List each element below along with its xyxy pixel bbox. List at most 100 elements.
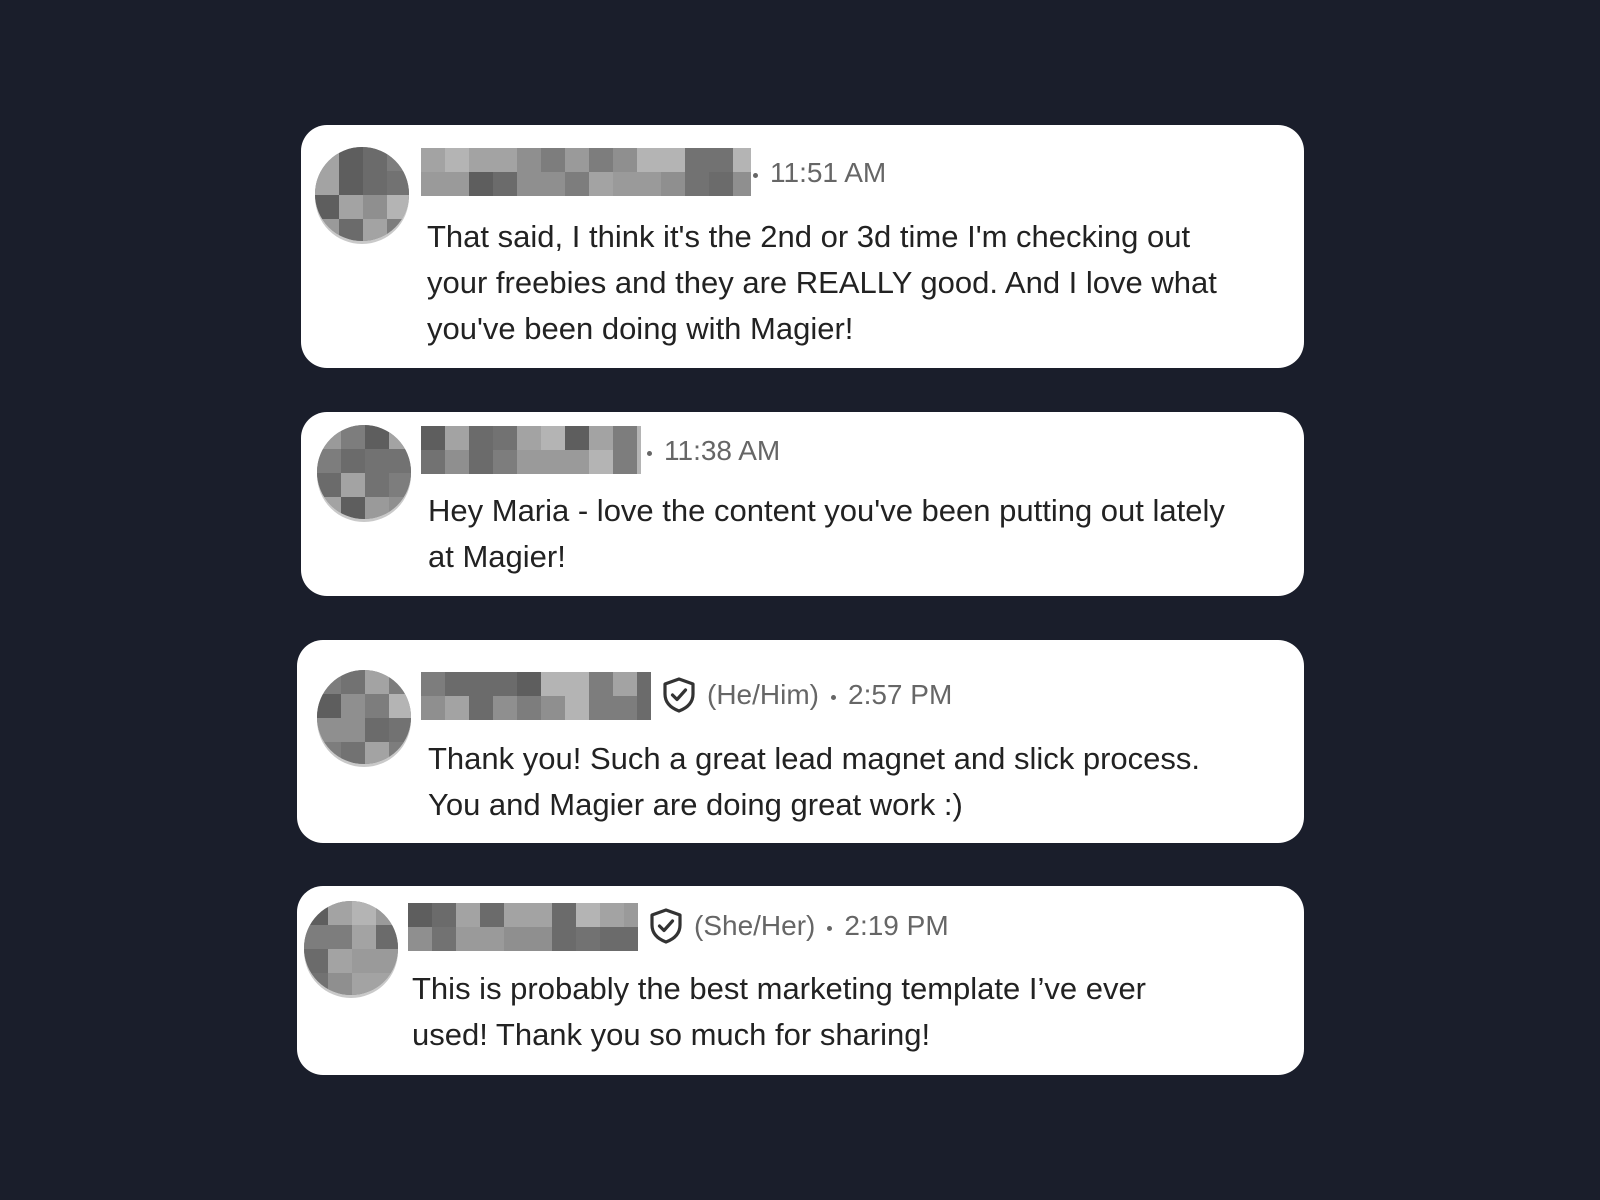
pixel-block: [328, 949, 352, 973]
pixel-block: [317, 742, 341, 764]
timestamp: 11:38 AM: [664, 435, 781, 466]
pixel-block: [493, 148, 517, 172]
message-line: at Magier!: [428, 539, 566, 574]
pixel-block: [341, 670, 365, 694]
pixel-block: [517, 172, 541, 196]
pixel-block: [363, 195, 387, 219]
message-text: That said, I think it's the 2nd or 3d ti…: [427, 214, 1217, 352]
separator-dot: [753, 172, 758, 178]
pixel-block: [493, 696, 517, 720]
sender-name-blurred[interactable]: [421, 672, 651, 720]
pixel-block: [389, 473, 411, 497]
separator-dot: [827, 925, 833, 931]
pixel-block: [432, 927, 456, 951]
pixel-block: [589, 426, 613, 450]
pixel-block: [365, 449, 389, 473]
pixel-block: [469, 696, 493, 720]
shield-check-icon: [663, 677, 695, 713]
pixel-block: [365, 670, 389, 694]
pixel-block: [493, 450, 517, 474]
pixel-block: [376, 973, 398, 995]
pixel-block: [541, 148, 565, 172]
pixel-block: [421, 450, 445, 474]
pixel-block: [624, 927, 638, 951]
message-card: (She/Her) 2:19 PM This is probably the b…: [297, 886, 1304, 1075]
pixel-block: [517, 672, 541, 696]
pixel-block: [365, 718, 389, 742]
pixel-block: [376, 949, 398, 973]
pixel-block: [315, 147, 339, 171]
pixel-block: [376, 901, 398, 925]
avatar[interactable]: [317, 425, 411, 519]
pixel-block: [328, 901, 352, 925]
pixel-block: [341, 718, 365, 742]
pixel-block: [341, 449, 365, 473]
pixel-block: [304, 973, 328, 995]
pixel-block: [517, 696, 541, 720]
message-text: This is probably the best marketing temp…: [412, 966, 1146, 1058]
pixel-block: [387, 171, 409, 195]
pixel-block: [589, 450, 613, 474]
pixel-block: [445, 426, 469, 450]
pixel-block: [613, 450, 637, 474]
pixel-block: [365, 473, 389, 497]
pixel-block: [493, 172, 517, 196]
pixel-block: [408, 927, 432, 951]
pixel-block: [432, 903, 456, 927]
pixel-block: [709, 148, 733, 172]
pixel-block: [387, 195, 409, 219]
pixel-block: [589, 172, 613, 196]
pixel-block: [365, 497, 389, 519]
pixel-block: [733, 148, 751, 172]
pixel-block: [469, 672, 493, 696]
pixel-block: [541, 450, 565, 474]
pixel-block: [365, 425, 389, 449]
pixel-block: [661, 172, 685, 196]
message-line: your freebies and they are REALLY good. …: [427, 265, 1217, 300]
pixel-block: [565, 426, 589, 450]
pixel-block: [328, 973, 352, 995]
pixel-block: [317, 718, 341, 742]
pixel-block: [341, 742, 365, 764]
shield-check-icon: [650, 908, 682, 944]
pixel-block: [565, 148, 589, 172]
sender-name-blurred[interactable]: [421, 426, 641, 474]
pixel-block: [613, 426, 637, 450]
pixel-block: [469, 450, 493, 474]
timestamp: 2:57 PM: [848, 679, 953, 710]
pixel-block: [552, 927, 576, 951]
avatar[interactable]: [304, 901, 398, 995]
pixel-block: [528, 903, 552, 927]
pixel-block: [445, 172, 469, 196]
pixel-block: [517, 148, 541, 172]
pixel-block: [589, 148, 613, 172]
pixel-block: [315, 195, 339, 219]
message-line: You and Magier are doing great work :): [428, 787, 963, 822]
pixel-block: [445, 696, 469, 720]
pixel-block: [565, 672, 589, 696]
pixel-block: [480, 903, 504, 927]
pixel-block: [389, 742, 411, 764]
pixel-block: [637, 672, 651, 696]
pixel-block: [317, 497, 341, 519]
pixel-block: [469, 148, 493, 172]
pixel-block: [387, 147, 409, 171]
pixel-block: [613, 148, 637, 172]
pixel-block: [589, 672, 613, 696]
avatar[interactable]: [317, 670, 411, 764]
pixel-block: [637, 696, 651, 720]
message-card: 11:38 AM Hey Maria - love the content yo…: [301, 412, 1304, 596]
pixel-block: [317, 449, 341, 473]
pixel-block: [304, 949, 328, 973]
pixel-block: [317, 425, 341, 449]
pixel-block: [493, 426, 517, 450]
pixel-block: [661, 148, 685, 172]
sender-name-blurred[interactable]: [408, 903, 638, 951]
sender-name-blurred[interactable]: [421, 148, 751, 196]
avatar[interactable]: [315, 147, 409, 241]
message-line: used! Thank you so much for sharing!: [412, 1017, 931, 1052]
pixel-block: [421, 172, 445, 196]
message-card: 11:51 AM That said, I think it's the 2nd…: [301, 125, 1304, 368]
pixel-block: [528, 927, 552, 951]
pixel-block: [352, 973, 376, 995]
